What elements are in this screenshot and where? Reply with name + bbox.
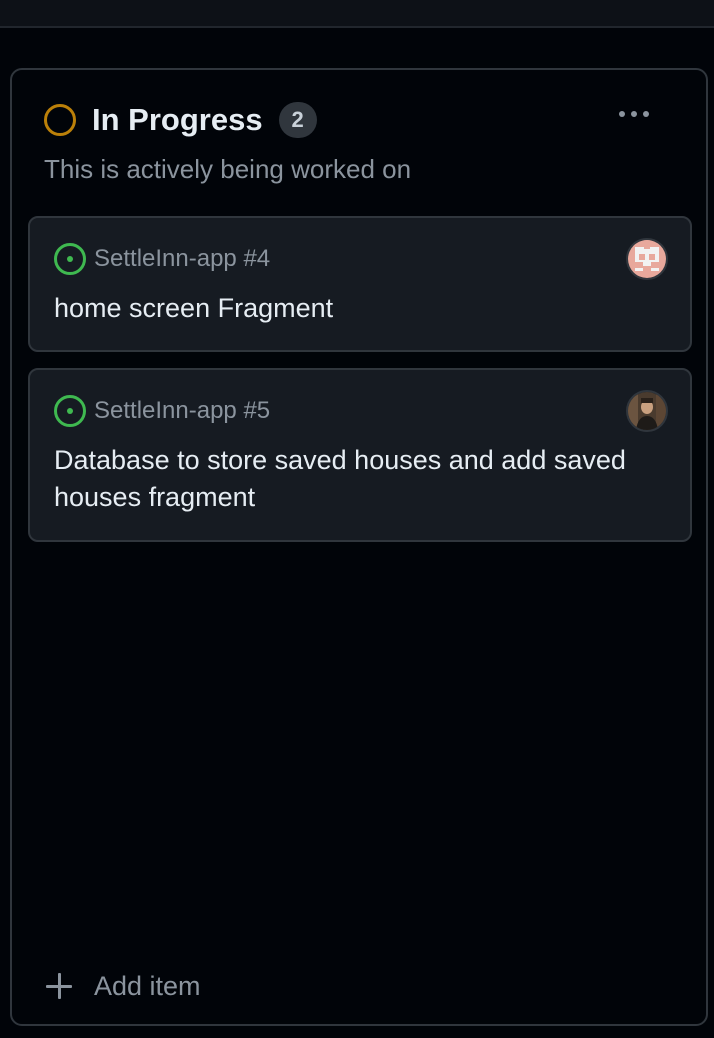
issue-reference-link[interactable]: SettleInn-app #4 [94, 245, 270, 273]
issue-title[interactable]: home screen Fragment [54, 290, 670, 327]
column-more-options-button[interactable] [612, 96, 656, 132]
issue-reference-link[interactable]: SettleInn-app #5 [94, 397, 270, 425]
kebab-horizontal-icon [619, 111, 625, 117]
issue-card[interactable]: SettleInn-app #4 home screen Fragment [28, 216, 692, 352]
status-circle-icon [44, 104, 76, 136]
add-item-label: Add item [94, 970, 201, 1001]
column-description: This is actively being worked on [44, 154, 412, 184]
assignee-avatar[interactable] [626, 390, 668, 432]
column-title: In Progress [92, 102, 263, 137]
issue-card[interactable]: SettleInn-app #5 Database to store saved… [28, 368, 692, 542]
card-meta: SettleInn-app #4 [54, 242, 270, 276]
plus-icon [46, 973, 72, 999]
card-meta: SettleInn-app #5 [54, 394, 270, 428]
add-item-button[interactable]: Add item [46, 966, 201, 1006]
issue-title[interactable]: Database to store saved houses and add s… [54, 442, 670, 516]
assignee-avatar[interactable] [626, 238, 668, 280]
board-column-in-progress: In Progress 2 This is actively being wor… [10, 68, 708, 1026]
issue-opened-icon [54, 243, 86, 275]
issue-opened-icon [54, 395, 86, 427]
item-count-badge: 2 [278, 102, 317, 138]
column-header: In Progress 2 [44, 100, 317, 140]
top-bar [0, 0, 714, 28]
